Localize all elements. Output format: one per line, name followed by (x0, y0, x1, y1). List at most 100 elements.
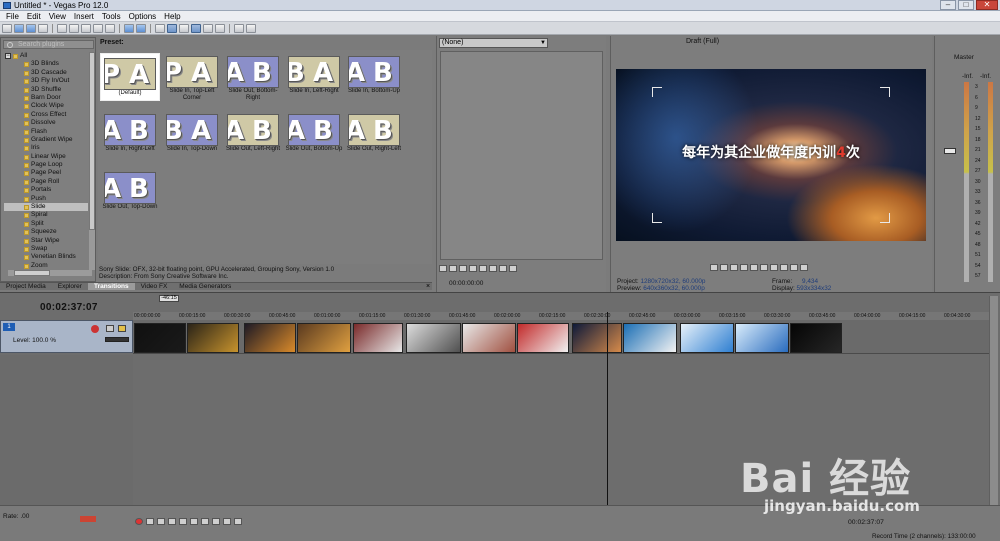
tree-item-page-roll[interactable]: Page Roll (4, 178, 88, 186)
play-icon[interactable] (168, 518, 176, 525)
copy-icon[interactable] (81, 23, 91, 33)
next-frame-icon[interactable] (234, 518, 242, 525)
go-to-start-icon[interactable] (770, 264, 778, 271)
tree-item-3d-fly-in-out[interactable]: 3D Fly In/Out (4, 77, 88, 85)
next-frame-icon[interactable] (800, 264, 808, 271)
tree-item-linear-wipe[interactable]: Linear Wipe (4, 153, 88, 161)
tree-item-flash[interactable]: Flash (4, 128, 88, 136)
scroll-thumb[interactable] (14, 270, 50, 276)
video-clip-thumbnail[interactable] (462, 323, 516, 353)
loop-icon[interactable] (720, 264, 728, 271)
envelope-edit-tool-icon[interactable] (203, 23, 213, 33)
redo-icon[interactable] (136, 23, 146, 33)
track-fx-icon[interactable] (91, 325, 99, 333)
selection-edit-tool-icon[interactable] (215, 23, 225, 33)
solo-icon[interactable] (118, 325, 126, 332)
tab-video-fx[interactable]: Video FX (135, 283, 174, 290)
tree-item-star-wipe[interactable]: Star Wipe (4, 237, 88, 245)
preset-slide-out-right-left[interactable]: ABSlide Out, Right-Left (344, 114, 404, 153)
trimmer-view[interactable] (440, 51, 603, 260)
video-clip-thumbnail[interactable] (735, 323, 789, 353)
menu-view[interactable]: View (45, 11, 70, 21)
video-clip-thumbnail[interactable] (790, 323, 842, 353)
minimize-button[interactable]: – (940, 0, 956, 10)
stop-icon[interactable] (190, 518, 198, 525)
tab-media-generators[interactable]: Media Generators (173, 283, 237, 290)
tree-item-clock-wipe[interactable]: Clock Wipe (4, 102, 88, 110)
master-fader[interactable] (944, 148, 956, 154)
lock-envelopes-icon[interactable] (179, 23, 189, 33)
preset-slide-in-top-down[interactable]: BASlide In, Top-Down (162, 114, 222, 153)
pause-icon[interactable] (750, 264, 758, 271)
play-from-start-icon[interactable] (459, 264, 467, 272)
tree-vertical-scrollbar[interactable] (89, 52, 95, 270)
video-clip-thumbnail[interactable] (187, 323, 239, 353)
trimmer-tool-icon[interactable] (509, 264, 517, 272)
video-clip-thumbnail[interactable] (517, 323, 569, 353)
tree-item-3d-blinds[interactable]: 3D Blinds (4, 60, 88, 68)
tree-item-venetian-blinds[interactable]: Venetian Blinds (4, 253, 88, 261)
tree-item-cross-effect[interactable]: Cross Effect (4, 111, 88, 119)
paste-icon[interactable] (93, 23, 103, 33)
preset-slide-out-bottom-right[interactable]: ABSlide Out, Bottom-Right (223, 56, 283, 102)
go-to-end-icon[interactable] (212, 518, 220, 525)
video-clip-thumbnail[interactable] (406, 323, 461, 353)
video-clip-thumbnail[interactable] (572, 323, 622, 353)
collapse-icon[interactable]: − (5, 53, 11, 59)
playhead[interactable] (607, 312, 608, 506)
tree-item-push[interactable]: Push (4, 195, 88, 203)
menu-help[interactable]: Help (160, 11, 184, 21)
tree-item-portals[interactable]: Portals (4, 186, 88, 194)
video-clip-thumbnail[interactable] (134, 323, 186, 353)
loop-icon[interactable] (439, 264, 447, 272)
preset-slide-out-top-down[interactable]: ABSlide Out, Top-Down (100, 172, 160, 211)
tree-item-slide[interactable]: Slide (4, 203, 88, 212)
tree-item-page-loop[interactable]: Page Loop (4, 161, 88, 169)
tab-transitions[interactable]: Transitions (87, 283, 135, 290)
auto-ripple-icon[interactable] (167, 23, 177, 33)
tree-item-split[interactable]: Split (4, 220, 88, 228)
close-button[interactable]: ✕ (976, 0, 998, 10)
render-icon[interactable] (57, 23, 67, 33)
tree-horizontal-scrollbar[interactable] (8, 270, 92, 276)
tab-explorer[interactable]: Explorer (52, 283, 88, 290)
tree-item-zoom[interactable]: Zoom (4, 262, 88, 270)
tree-item-all[interactable]: − All (4, 52, 88, 60)
cursor-position[interactable]: 00:02:37:07 (848, 519, 884, 526)
cursor-marker[interactable]: -46:15 (159, 295, 179, 302)
delete-icon[interactable] (105, 23, 115, 33)
tree-item-iris[interactable]: Iris (4, 144, 88, 152)
previous-frame-icon[interactable] (790, 264, 798, 271)
preview-quality-dropdown[interactable]: Draft (Full) (686, 38, 719, 45)
rate-slider[interactable] (80, 516, 96, 522)
preset-slide-in-left-right[interactable]: BASlide In, Left-Right (284, 56, 344, 95)
preset-slide-out-left-right[interactable]: ABSlide Out, Left-Right (223, 114, 283, 153)
plugin-search-input[interactable]: Search plugins (3, 40, 94, 49)
enable-snapping-icon[interactable] (155, 23, 165, 33)
tree-item-page-peel[interactable]: Page Peel (4, 169, 88, 177)
video-clip-thumbnail[interactable] (297, 323, 351, 353)
tab-project-media[interactable]: Project Media (0, 283, 52, 290)
track-level-slider[interactable] (105, 337, 129, 342)
tree-item-gradient-wipe[interactable]: Gradient Wipe (4, 136, 88, 144)
menu-edit[interactable]: Edit (23, 11, 45, 21)
go-to-end-icon[interactable] (780, 264, 788, 271)
menu-options[interactable]: Options (125, 11, 161, 21)
menu-insert[interactable]: Insert (70, 11, 98, 21)
preset-slide-out-bottom-up[interactable]: ABSlide Out, Bottom-Up (284, 114, 344, 153)
loop-icon[interactable] (146, 518, 154, 525)
normal-edit-tool-icon[interactable] (191, 23, 201, 33)
previous-frame-icon[interactable] (223, 518, 231, 525)
preset-slide-in-right-left[interactable]: ABSlide In, Right-Left (100, 114, 160, 153)
save-icon[interactable] (26, 23, 36, 33)
maximize-button[interactable]: □ (958, 0, 974, 10)
menu-tools[interactable]: Tools (98, 11, 125, 21)
preset-default[interactable]: PA(Default) (100, 53, 160, 101)
preset-slide-in-top-left-corner[interactable]: PASlide In, Top-Left Corner (162, 56, 222, 102)
stop-icon[interactable] (479, 264, 487, 272)
mute-icon[interactable] (106, 325, 114, 332)
tree-item-barn-door[interactable]: Barn Door (4, 94, 88, 102)
tree-item-3d-shuffle[interactable]: 3D Shuffle (4, 86, 88, 94)
timeline-vertical-scrollbar[interactable] (989, 296, 998, 506)
whats-this-help-icon[interactable] (246, 23, 256, 33)
